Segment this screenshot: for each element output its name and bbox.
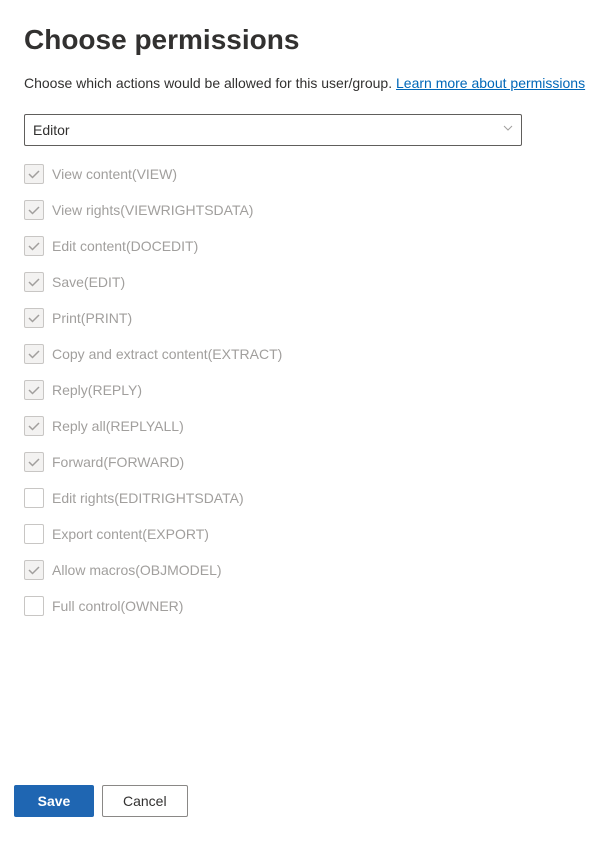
permission-checkbox[interactable] [24, 236, 44, 256]
permission-checkbox[interactable] [24, 452, 44, 472]
permissions-list: View content(VIEW) View rights(VIEWRIGHTS… [24, 164, 589, 616]
permission-checkbox[interactable] [24, 560, 44, 580]
permission-item: Print(PRINT) [24, 308, 589, 328]
role-select[interactable]: Editor [24, 114, 522, 146]
permission-checkbox[interactable] [24, 164, 44, 184]
permission-item: Allow macros(OBJMODEL) [24, 560, 589, 580]
save-button[interactable]: Save [14, 785, 94, 817]
permission-label: Reply(REPLY) [52, 382, 142, 398]
description: Choose which actions would be allowed fo… [24, 74, 589, 94]
role-select-box[interactable]: Editor [24, 114, 522, 146]
permission-item: Edit content(DOCEDIT) [24, 236, 589, 256]
permission-label: View rights(VIEWRIGHTSDATA) [52, 202, 253, 218]
button-bar: Save Cancel [14, 785, 188, 817]
permission-checkbox[interactable] [24, 488, 44, 508]
permission-label: Reply all(REPLYALL) [52, 418, 184, 434]
permission-label: Edit content(DOCEDIT) [52, 238, 198, 254]
permission-label: Full control(OWNER) [52, 598, 183, 614]
permission-checkbox[interactable] [24, 380, 44, 400]
learn-more-link[interactable]: Learn more about permissions [396, 75, 585, 91]
permission-item: Full control(OWNER) [24, 596, 589, 616]
permission-item: Save(EDIT) [24, 272, 589, 292]
permission-label: Print(PRINT) [52, 310, 132, 326]
permission-item: Forward(FORWARD) [24, 452, 589, 472]
permission-label: Edit rights(EDITRIGHTSDATA) [52, 490, 244, 506]
permission-item: View rights(VIEWRIGHTSDATA) [24, 200, 589, 220]
permission-item: Copy and extract content(EXTRACT) [24, 344, 589, 364]
permission-label: Save(EDIT) [52, 274, 125, 290]
permission-label: Allow macros(OBJMODEL) [52, 562, 222, 578]
permission-item: Reply all(REPLYALL) [24, 416, 589, 436]
permission-checkbox[interactable] [24, 272, 44, 292]
permission-item: View content(VIEW) [24, 164, 589, 184]
role-select-value: Editor [33, 122, 70, 138]
permission-label: Export content(EXPORT) [52, 526, 209, 542]
permission-checkbox[interactable] [24, 524, 44, 544]
description-text: Choose which actions would be allowed fo… [24, 75, 392, 91]
permission-label: Copy and extract content(EXTRACT) [52, 346, 282, 362]
cancel-button[interactable]: Cancel [102, 785, 188, 817]
permission-label: Forward(FORWARD) [52, 454, 184, 470]
permission-checkbox[interactable] [24, 416, 44, 436]
permission-label: View content(VIEW) [52, 166, 177, 182]
page-title: Choose permissions [24, 24, 589, 56]
permission-checkbox[interactable] [24, 200, 44, 220]
permission-item: Export content(EXPORT) [24, 524, 589, 544]
permission-item: Reply(REPLY) [24, 380, 589, 400]
permission-checkbox[interactable] [24, 308, 44, 328]
permission-checkbox[interactable] [24, 596, 44, 616]
permission-item: Edit rights(EDITRIGHTSDATA) [24, 488, 589, 508]
permission-checkbox[interactable] [24, 344, 44, 364]
